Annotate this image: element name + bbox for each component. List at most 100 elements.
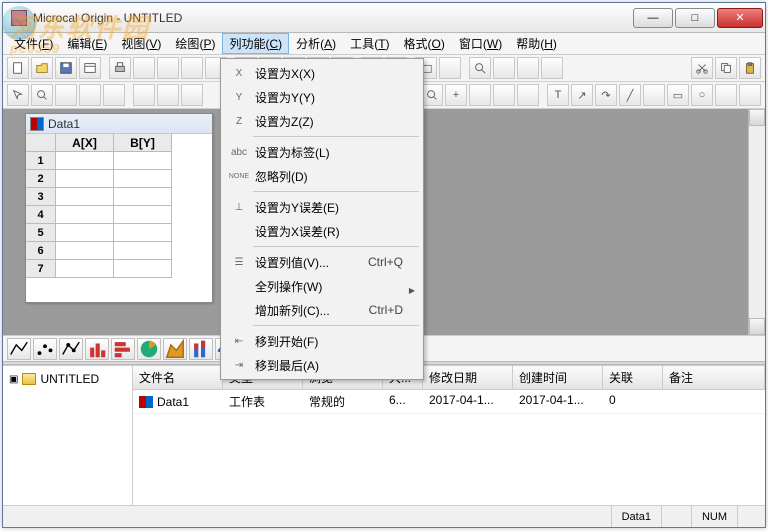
tree-root[interactable]: ▣ UNTITLED <box>9 372 126 386</box>
line-tool[interactable]: ╱ <box>619 84 641 106</box>
crosshair-tool[interactable]: + <box>445 84 467 106</box>
cell[interactable] <box>114 188 172 206</box>
circle-tool[interactable]: ○ <box>691 84 713 106</box>
stack-bar-button[interactable] <box>189 338 213 360</box>
list-header-memo[interactable]: 备注 <box>663 366 765 389</box>
copy-button[interactable] <box>715 57 737 79</box>
scatter-plot-button[interactable] <box>33 338 57 360</box>
cell[interactable] <box>114 224 172 242</box>
menu-set-x[interactable]: X设置为X(X) <box>223 61 421 85</box>
tb-btn-8[interactable] <box>181 57 203 79</box>
project-explorer-button[interactable] <box>493 57 515 79</box>
row-header[interactable]: 6 <box>26 242 56 260</box>
cell[interactable] <box>56 206 114 224</box>
mag-tool[interactable] <box>31 84 53 106</box>
layout-tool-2[interactable] <box>157 84 179 106</box>
zoom-button[interactable] <box>469 57 491 79</box>
print-button[interactable] <box>109 57 131 79</box>
menu-set-xerr[interactable]: 设置为X误差(R) <box>223 219 421 243</box>
bar-plot-button[interactable] <box>85 338 109 360</box>
cell[interactable] <box>114 206 172 224</box>
menu-plot[interactable]: 绘图(P) <box>168 33 222 54</box>
row-header[interactable]: 5 <box>26 224 56 242</box>
row-header[interactable]: 1 <box>26 152 56 170</box>
cell[interactable] <box>56 224 114 242</box>
fill-area-button[interactable] <box>163 338 187 360</box>
list-header-cdate[interactable]: 创建时间 <box>513 366 603 389</box>
layout-tool-1[interactable] <box>133 84 155 106</box>
cell[interactable] <box>56 152 114 170</box>
cell[interactable] <box>56 260 114 278</box>
cell[interactable] <box>114 170 172 188</box>
menu-set-label[interactable]: abc设置为标签(L) <box>223 140 421 164</box>
draw-data-tool[interactable] <box>517 84 539 106</box>
worksheet-window[interactable]: Data1 A[X] B[Y] 1 2 3 4 5 6 7 <box>25 113 213 303</box>
menu-move-first[interactable]: ⇤移到开始(F) <box>223 329 421 353</box>
menu-analysis[interactable]: 分析(A) <box>289 33 343 54</box>
polygon-tool[interactable] <box>715 84 737 106</box>
arrow-tool[interactable]: ↗ <box>571 84 593 106</box>
row-header[interactable]: 3 <box>26 188 56 206</box>
col-header-a[interactable]: A[X] <box>56 134 114 152</box>
polyline-tool[interactable] <box>643 84 665 106</box>
menu-file[interactable]: 文件(F) <box>7 33 60 54</box>
cell[interactable] <box>56 170 114 188</box>
reader-tool[interactable] <box>55 84 77 106</box>
list-header-link[interactable]: 关联 <box>603 366 663 389</box>
row-header[interactable]: 2 <box>26 170 56 188</box>
close-button[interactable]: ✕ <box>717 8 763 28</box>
minimize-button[interactable]: — <box>633 8 673 28</box>
worksheet-titlebar[interactable]: Data1 <box>26 114 212 134</box>
menu-view[interactable]: 视图(V) <box>114 33 168 54</box>
row-header[interactable]: 7 <box>26 260 56 278</box>
menu-help[interactable]: 帮助(H) <box>509 33 564 54</box>
tb-btn-7[interactable] <box>157 57 179 79</box>
paste-button[interactable] <box>739 57 761 79</box>
menu-tools[interactable]: 工具(T) <box>343 33 396 54</box>
workspace-vscrollbar[interactable] <box>748 109 765 335</box>
save-button[interactable] <box>55 57 77 79</box>
maximize-button[interactable]: □ <box>675 8 715 28</box>
menu-window[interactable]: 窗口(W) <box>452 33 509 54</box>
menu-set-values[interactable]: ☰设置列值(V)...Ctrl+Q <box>223 250 421 274</box>
cell[interactable] <box>114 260 172 278</box>
menu-format[interactable]: 格式(O) <box>397 33 452 54</box>
expand-icon[interactable]: ▣ <box>9 374 18 385</box>
menu-fill-column[interactable]: 全列操作(W) <box>223 274 421 298</box>
cell[interactable] <box>56 242 114 260</box>
template-button[interactable] <box>79 57 101 79</box>
pointer-tool[interactable] <box>7 84 29 106</box>
new-button[interactable] <box>7 57 29 79</box>
menu-edit[interactable]: 编辑(E) <box>60 33 114 54</box>
open-button[interactable] <box>31 57 53 79</box>
cell[interactable] <box>56 188 114 206</box>
line-scatter-button[interactable] <box>59 338 83 360</box>
menu-set-z[interactable]: Z设置为Z(Z) <box>223 109 421 133</box>
corner-cell[interactable] <box>26 134 56 152</box>
project-tree[interactable]: ▣ UNTITLED <box>3 366 133 505</box>
menu-set-yerr[interactable]: ⊥设置为Y误差(E) <box>223 195 421 219</box>
worksheet-grid[interactable]: A[X] B[Y] 1 2 3 4 5 6 7 <box>26 134 212 278</box>
column-plot-button[interactable] <box>111 338 135 360</box>
menu-move-last[interactable]: ⇥移到最后(A) <box>223 353 421 377</box>
data-selector-tool[interactable] <box>493 84 515 106</box>
list-header-name[interactable]: 文件名 <box>133 366 223 389</box>
tb-btn-6[interactable] <box>133 57 155 79</box>
add-column-button[interactable] <box>541 57 563 79</box>
menu-set-y[interactable]: Y设置为Y(Y) <box>223 85 421 109</box>
col-header-b[interactable]: B[Y] <box>114 134 172 152</box>
row-header[interactable]: 4 <box>26 206 56 224</box>
cell[interactable] <box>114 242 172 260</box>
region-tool[interactable] <box>79 84 101 106</box>
data-reader-tool[interactable] <box>469 84 491 106</box>
mask-tool[interactable] <box>103 84 125 106</box>
cut-button[interactable] <box>691 57 713 79</box>
menu-column[interactable]: 列功能(C) <box>222 33 289 54</box>
results-button[interactable] <box>439 57 461 79</box>
menu-add-column[interactable]: 增加新列(C)...Ctrl+D <box>223 298 421 322</box>
list-row[interactable]: Data1 工作表 常规的 6... 2017-04-1... 2017-04-… <box>133 390 765 414</box>
menu-disregard[interactable]: NONE忽略列(D) <box>223 164 421 188</box>
line-plot-button[interactable] <box>7 338 31 360</box>
cell[interactable] <box>114 152 172 170</box>
curved-arrow-tool[interactable]: ↷ <box>595 84 617 106</box>
